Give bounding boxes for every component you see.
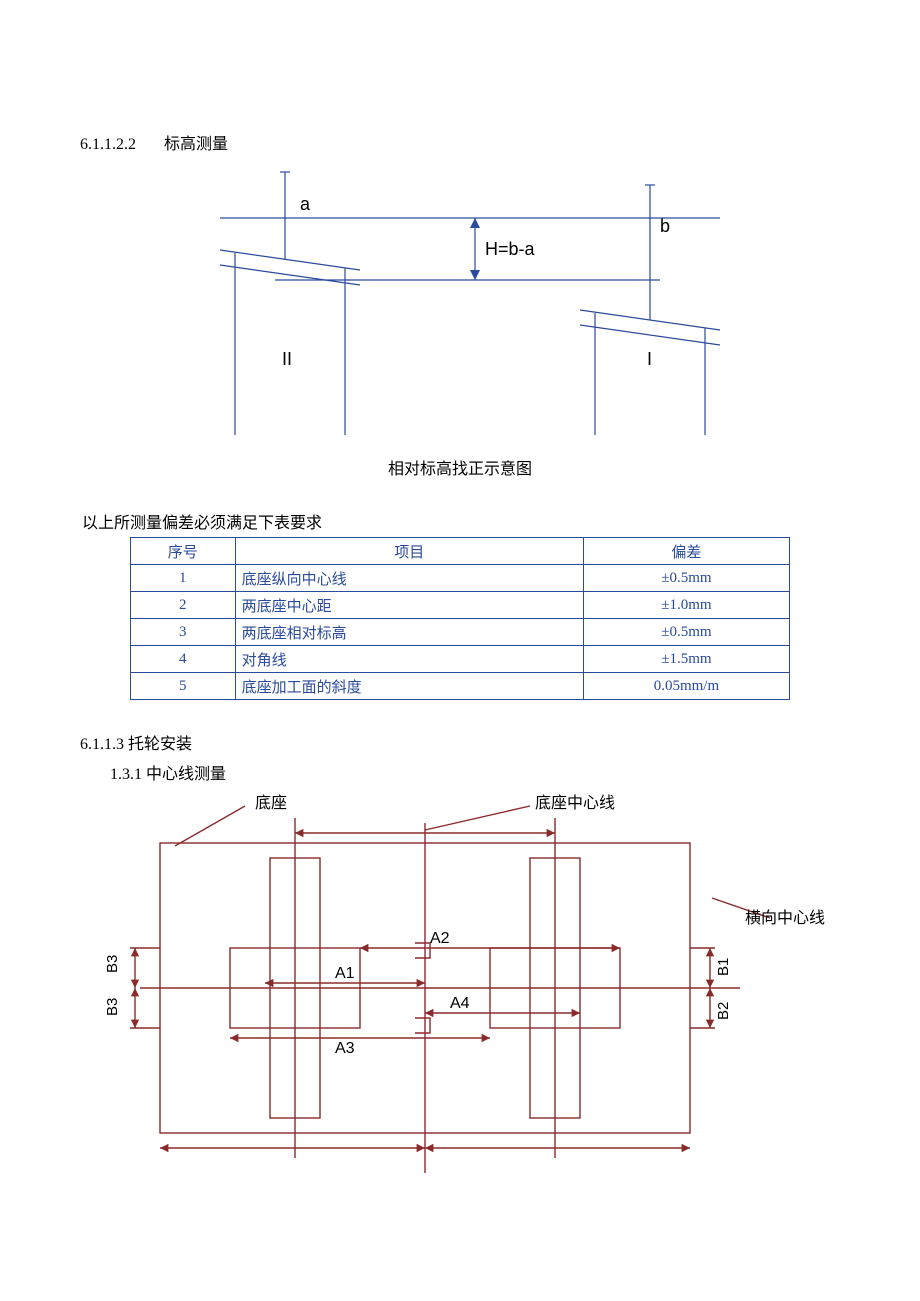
cell-idx: 2 bbox=[131, 592, 236, 619]
cell-idx: 4 bbox=[131, 646, 236, 673]
elevation-svg: a b H=b-a II I bbox=[180, 160, 740, 440]
table-header-row: 序号 项目 偏差 bbox=[131, 538, 790, 565]
table-row: 3 两底座相对标高 ±0.5mm bbox=[131, 619, 790, 646]
cell-idx: 5 bbox=[131, 673, 236, 700]
centerline-svg: 底座 底座中心线 横向中心线 A2 A1 A4 A3 B3 B3 B1 B2 bbox=[80, 788, 840, 1188]
tolerance-table: 序号 项目 偏差 1 底座纵向中心线 ±0.5mm 2 两底座中心距 ±1.0m… bbox=[130, 537, 790, 700]
section-title: 标高测量 bbox=[164, 136, 228, 153]
fig2-lbl-base: 底座 bbox=[255, 794, 287, 812]
fig2-A1: A1 bbox=[335, 965, 355, 982]
cell-idx: 3 bbox=[131, 619, 236, 646]
fig2-A3: A3 bbox=[335, 1040, 355, 1057]
figure1-caption: 相对标高找正示意图 bbox=[80, 455, 840, 479]
fig1-label-b: b bbox=[660, 216, 670, 236]
fig1-formula: H=b-a bbox=[485, 239, 536, 259]
fig2-lbl-horiz: 横向中心线 bbox=[745, 909, 825, 927]
cell-item: 底座纵向中心线 bbox=[235, 565, 583, 592]
fig1-label-II: II bbox=[282, 349, 292, 369]
cell-dev: ±0.5mm bbox=[583, 565, 789, 592]
cell-idx: 1 bbox=[131, 565, 236, 592]
section-heading-2: 6.1.1.3 托轮安装 bbox=[80, 730, 840, 754]
cell-item: 两底座中心距 bbox=[235, 592, 583, 619]
table-row: 1 底座纵向中心线 ±0.5mm bbox=[131, 565, 790, 592]
section-subheading: 1.3.1 中心线测量 bbox=[110, 760, 840, 784]
fig1-label-I: I bbox=[647, 349, 652, 369]
centerline-diagram: 底座 底座中心线 横向中心线 A2 A1 A4 A3 B3 B3 B1 B2 bbox=[80, 788, 840, 1193]
table-row: 2 两底座中心距 ±1.0mm bbox=[131, 592, 790, 619]
fig2-A4: A4 bbox=[450, 995, 470, 1012]
table-row: 5 底座加工面的斜度 0.05mm/m bbox=[131, 673, 790, 700]
table-row: 4 对角线 ±1.5mm bbox=[131, 646, 790, 673]
fig2-B1: B1 bbox=[715, 958, 732, 976]
col-idx: 序号 bbox=[131, 538, 236, 565]
col-dev: 偏差 bbox=[583, 538, 789, 565]
cell-item: 两底座相对标高 bbox=[235, 619, 583, 646]
section-heading-1: 6.1.1.2.2 标高测量 bbox=[80, 130, 840, 154]
cell-dev: ±1.0mm bbox=[583, 592, 789, 619]
fig2-B2: B2 bbox=[715, 1002, 732, 1020]
section-number: 6.1.1.2.2 bbox=[80, 136, 160, 154]
fig2-A2: A2 bbox=[430, 930, 450, 947]
fig1-label-a: a bbox=[300, 194, 311, 214]
page-root: 6.1.1.2.2 标高测量 bbox=[0, 0, 920, 1263]
fig2-B3b: B3 bbox=[104, 998, 121, 1016]
fig2-lbl-base-center: 底座中心线 bbox=[535, 794, 615, 812]
elevation-diagram: a b H=b-a II I bbox=[80, 160, 840, 445]
cell-dev: ±1.5mm bbox=[583, 646, 789, 673]
table-note: 以上所测量偏差必须满足下表要求 bbox=[82, 509, 840, 533]
cell-item: 底座加工面的斜度 bbox=[235, 673, 583, 700]
cell-dev: 0.05mm/m bbox=[583, 673, 789, 700]
cell-item: 对角线 bbox=[235, 646, 583, 673]
fig2-B3a: B3 bbox=[104, 955, 121, 973]
col-item: 项目 bbox=[235, 538, 583, 565]
cell-dev: ±0.5mm bbox=[583, 619, 789, 646]
